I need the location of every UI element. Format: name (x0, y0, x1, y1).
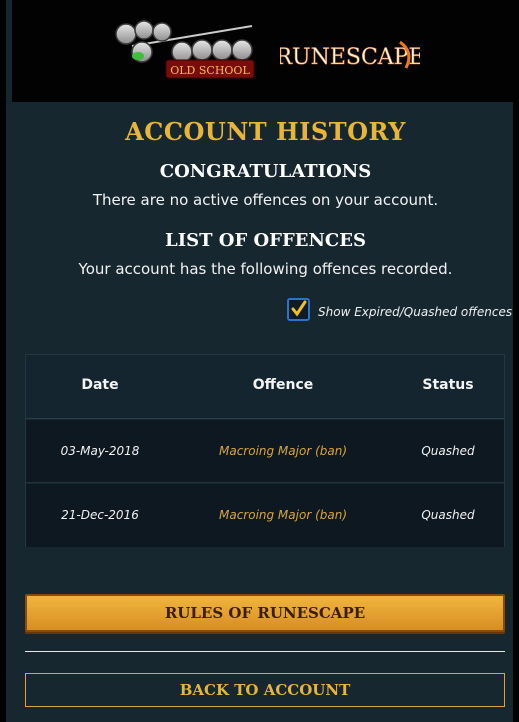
runescape-logo: RUNESCAPE (280, 40, 420, 70)
rules-of-runescape-button[interactable]: RULES OF RUNESCAPE (25, 594, 505, 632)
congratulations-heading: CONGRATULATIONS (159, 161, 372, 182)
offences-table: Date Offence Status 03-May-2018 Macroing… (25, 354, 505, 547)
show-expired-label[interactable]: Show Expired/Quashed offences (318, 305, 512, 319)
back-to-account-button[interactable]: BACK TO ACCOUNT (25, 673, 505, 707)
checkmark-icon (291, 300, 307, 317)
header-offence: Offence (252, 377, 314, 393)
page-title: ACCOUNT HISTORY (125, 117, 406, 146)
account-history-panel: OLD SCHOOL RUNESCAPE ACCOUNT HISTORY CON… (0, 0, 519, 722)
no-active-offences-text: There are no active offences on your acc… (92, 191, 439, 209)
table-row: 03-May-2018 Macroing Major (ban) Quashed (26, 420, 504, 483)
logo-runescape-text: RUNESCAPE (280, 45, 420, 70)
offences-recorded-text: Your account has the following offences … (78, 260, 453, 278)
header-date: Date (81, 377, 119, 393)
table-row: 21-Dec-2016 Macroing Major (ban) Quashed (26, 484, 504, 547)
row-status: Quashed (421, 444, 475, 458)
header-status: Status (422, 377, 474, 393)
header-banner: OLD SCHOOL RUNESCAPE (12, 0, 519, 102)
row-date: 03-May-2018 (60, 444, 140, 458)
list-of-offences-heading: LIST OF OFFENCES (165, 230, 366, 251)
show-expired-checkbox[interactable] (287, 298, 310, 321)
table-header: Date Offence Status (26, 355, 504, 419)
row-status: Quashed (421, 508, 475, 522)
row-offence: Macroing Major (ban) (218, 508, 348, 522)
logo-old-school-text: OLD SCHOOL (170, 64, 250, 77)
row-offence: Macroing Major (ban) (218, 444, 348, 458)
old-school-runescape-logo: OLD SCHOOL (115, 20, 255, 79)
row-date: 21-Dec-2016 (61, 508, 139, 522)
divider (25, 651, 505, 652)
